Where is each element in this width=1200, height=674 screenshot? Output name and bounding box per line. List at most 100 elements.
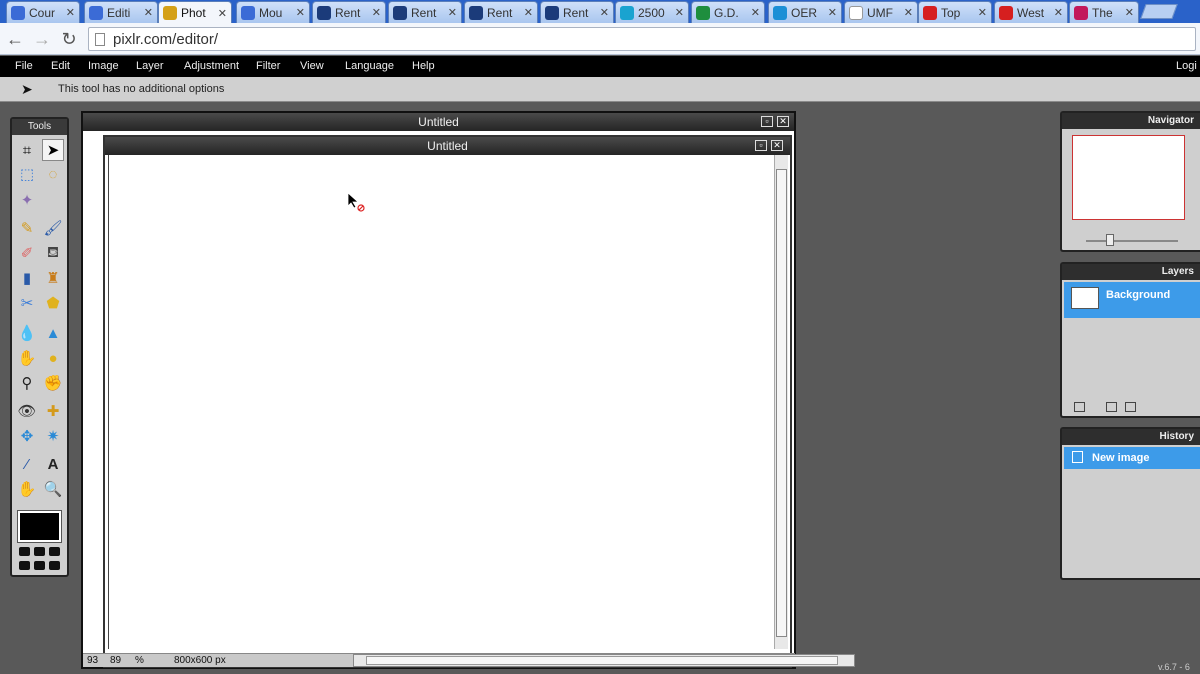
magic-wand-tool-icon[interactable]: ✦: [16, 189, 38, 211]
pinch-tool-icon[interactable]: ✷: [42, 425, 64, 447]
sponge-tool-icon[interactable]: ●: [42, 347, 64, 369]
sharpen-tool-icon[interactable]: ▲: [42, 322, 64, 344]
tab-close-icon[interactable]: ✕: [296, 6, 305, 19]
palette-dot[interactable]: [34, 561, 45, 570]
browser-tab[interactable]: The ✕: [1069, 1, 1139, 23]
document-window-inner[interactable]: Untitled ▫ ✕: [103, 135, 792, 668]
browser-tab[interactable]: Editi ✕: [84, 1, 158, 23]
lasso-tool-icon[interactable]: ◌: [42, 163, 64, 185]
browser-tab[interactable]: OER ✕: [768, 1, 842, 23]
browser-tab[interactable]: G.D. ✕: [691, 1, 765, 23]
menu-image[interactable]: Image: [88, 60, 119, 72]
tab-close-icon[interactable]: ✕: [448, 6, 457, 19]
palette-dot[interactable]: [19, 547, 30, 556]
menu-help[interactable]: Help: [412, 60, 435, 72]
new-tab-button[interactable]: [1140, 4, 1178, 19]
red-eye-tool-icon[interactable]: 👁: [16, 400, 38, 422]
menu-layer[interactable]: Layer: [136, 60, 164, 72]
tab-close-icon[interactable]: ✕: [1125, 6, 1134, 19]
layer-settings-icon[interactable]: [1074, 402, 1085, 412]
tab-close-icon[interactable]: ✕: [372, 6, 381, 19]
eraser-tool-icon[interactable]: ✐: [16, 242, 38, 264]
browser-tab[interactable]: Rent ✕: [388, 1, 462, 23]
blur-tool-icon[interactable]: 💧: [16, 322, 38, 344]
new-layer-icon[interactable]: [1125, 402, 1136, 412]
tab-close-icon[interactable]: ✕: [751, 6, 760, 19]
spot-heal-tool-icon[interactable]: ✚: [42, 400, 64, 422]
browser-tab[interactable]: Phot ✕: [158, 1, 232, 24]
browser-tab[interactable]: Top ✕: [918, 1, 992, 23]
document-title-bar[interactable]: Untitled ▫ ✕: [83, 113, 794, 131]
tab-close-icon[interactable]: ✕: [904, 6, 913, 19]
browser-tab[interactable]: UMF ✕: [844, 1, 918, 23]
restore-icon[interactable]: ▫: [755, 140, 767, 151]
browser-tab[interactable]: West ✕: [994, 1, 1068, 23]
tab-close-icon[interactable]: ✕: [66, 6, 75, 19]
menu-edit[interactable]: Edit: [51, 60, 70, 72]
document-title-bar[interactable]: Untitled ▫ ✕: [105, 137, 790, 155]
restore-icon[interactable]: ▫: [761, 116, 773, 127]
close-icon[interactable]: ✕: [777, 116, 789, 127]
drawing-tool-icon[interactable]: ⬟: [42, 292, 64, 314]
bloat-tool-icon[interactable]: ✥: [16, 425, 38, 447]
smudge-tool-icon[interactable]: ✋: [16, 347, 38, 369]
foreground-color-swatch[interactable]: [17, 510, 62, 543]
vertical-scrollbar[interactable]: [774, 155, 788, 649]
palette-dot[interactable]: [49, 547, 60, 556]
navigator-preview[interactable]: [1072, 135, 1185, 220]
menu-file[interactable]: File: [15, 60, 33, 72]
hand-tool-icon[interactable]: ✋: [16, 478, 38, 500]
move-tool-icon[interactable]: ➤: [42, 139, 64, 161]
tab-close-icon[interactable]: ✕: [675, 6, 684, 19]
browser-tab[interactable]: Rent ✕: [312, 1, 386, 23]
browser-tab[interactable]: Rent ✕: [540, 1, 614, 23]
stamp-tool-icon[interactable]: ♜: [42, 267, 64, 289]
close-icon[interactable]: ✕: [771, 140, 783, 151]
zoom-slider-handle[interactable]: [1106, 234, 1114, 246]
marquee-tool-icon[interactable]: ⬚: [16, 163, 38, 185]
browser-tab[interactable]: Rent ✕: [464, 1, 538, 23]
palette-dot[interactable]: [49, 561, 60, 570]
tab-close-icon[interactable]: ✕: [600, 6, 609, 19]
menu-filter[interactable]: Filter: [256, 60, 280, 72]
browser-tab[interactable]: Cour ✕: [6, 1, 80, 23]
tab-close-icon[interactable]: ✕: [218, 7, 227, 20]
forward-button[interactable]: →: [31, 28, 53, 50]
dodge-tool-icon[interactable]: ⚲: [16, 372, 38, 394]
tab-close-icon[interactable]: ✕: [144, 6, 153, 19]
reload-button[interactable]: ↻: [58, 28, 80, 50]
menu-login[interactable]: Logi: [1176, 60, 1197, 72]
zoom-slider-track[interactable]: [1086, 240, 1178, 242]
tab-close-icon[interactable]: ✕: [1054, 6, 1063, 19]
menu-adjustment[interactable]: Adjustment: [184, 60, 239, 72]
menu-language[interactable]: Language: [345, 60, 394, 72]
paint-bucket-tool-icon[interactable]: ⛾: [42, 242, 64, 264]
horizontal-scrollbar[interactable]: [353, 654, 855, 667]
gradient-tool-icon[interactable]: ▮: [16, 267, 38, 289]
layer-row[interactable]: Background: [1064, 282, 1200, 318]
vertical-scroll-thumb[interactable]: [776, 169, 787, 637]
tab-close-icon[interactable]: ✕: [828, 6, 837, 19]
zoom-value[interactable]: 93: [87, 655, 98, 666]
tab-close-icon[interactable]: ✕: [524, 6, 533, 19]
pencil-tool-icon[interactable]: ✎: [16, 217, 38, 239]
browser-tab[interactable]: Mou ✕: [236, 1, 310, 23]
zoom-tool-icon[interactable]: 🔍: [42, 478, 64, 500]
image-canvas[interactable]: [108, 155, 772, 649]
menu-view[interactable]: View: [300, 60, 324, 72]
zoom-percent-value[interactable]: 89: [110, 655, 121, 666]
palette-dot[interactable]: [34, 547, 45, 556]
browser-tab[interactable]: 2500 ✕: [615, 1, 689, 23]
color-picker-tool-icon[interactable]: ⁄: [16, 453, 38, 475]
burn-tool-icon[interactable]: ✊: [42, 372, 64, 394]
back-button[interactable]: ←: [4, 28, 26, 50]
crop-tool-icon[interactable]: ⌗: [16, 139, 38, 161]
palette-dot[interactable]: [19, 561, 30, 570]
horizontal-scroll-thumb[interactable]: [366, 656, 838, 665]
type-tool-icon[interactable]: A: [42, 453, 64, 475]
history-row[interactable]: New image: [1064, 447, 1200, 469]
color-replace-tool-icon[interactable]: ✂: [16, 292, 38, 314]
layer-mask-icon[interactable]: [1106, 402, 1117, 412]
tab-close-icon[interactable]: ✕: [978, 6, 987, 19]
address-bar[interactable]: pixlr.com/editor/: [88, 27, 1196, 51]
